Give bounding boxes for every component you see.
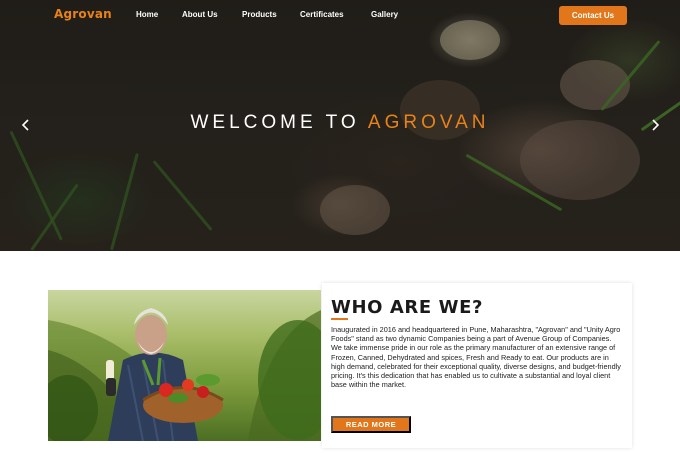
hero-image-detail: [152, 160, 213, 231]
hero-image-detail: [30, 183, 79, 251]
hero-title-prefix: WELCOME TO: [190, 112, 368, 133]
hero-image-detail: [560, 60, 630, 110]
hero-image-detail: [600, 40, 661, 111]
nav-item-about-us[interactable]: About Us: [182, 10, 218, 19]
nav-item-certificates[interactable]: Certificates: [300, 10, 344, 19]
read-more-button[interactable]: READ MORE: [331, 416, 411, 433]
nav-item-gallery[interactable]: Gallery: [371, 10, 398, 19]
hero-title-accent: AGROVAN: [367, 112, 490, 133]
top-navigation: Agrovan Home About Us Products Certifica…: [0, 0, 680, 32]
hero-title: WELCOME TO AGROVAN: [0, 112, 680, 134]
chevron-right-icon[interactable]: [650, 118, 660, 132]
about-description: Inaugurated in 2016 and headquartered in…: [331, 325, 621, 390]
chevron-left-icon[interactable]: [21, 118, 31, 132]
nav-item-home[interactable]: Home: [136, 10, 158, 19]
farmer-illustration: [48, 308, 321, 441]
contact-us-button[interactable]: Contact Us: [559, 6, 627, 25]
hero-image-detail: [9, 130, 63, 241]
hero-banner: Agrovan Home About Us Products Certifica…: [0, 0, 680, 251]
hero-image-detail: [465, 153, 563, 212]
farmer-with-vegetables-image: [48, 290, 321, 441]
nav-item-products[interactable]: Products: [242, 10, 277, 19]
hero-image-detail: [320, 185, 390, 235]
site-logo[interactable]: Agrovan: [54, 7, 112, 21]
title-underline: [331, 318, 348, 320]
about-title: WHO ARE WE?: [331, 297, 484, 318]
hero-image-detail: [110, 153, 139, 251]
